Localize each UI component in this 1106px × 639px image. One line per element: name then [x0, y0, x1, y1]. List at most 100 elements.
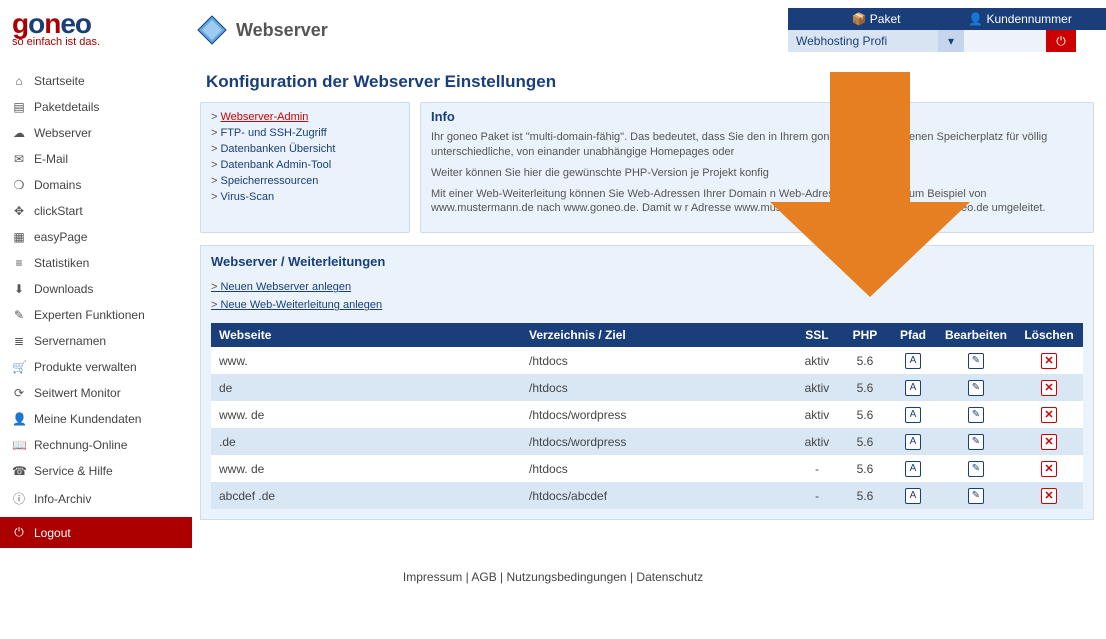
sidebar-item-service[interactable]: ☎Service & Hilfe [0, 458, 192, 484]
sidebar-item-logout[interactable]: ⏻Logout [0, 517, 192, 548]
subnav-link[interactable]: Datenbank Admin-Tool [220, 159, 331, 171]
edit-button[interactable]: ✎ [968, 353, 984, 369]
footer-nutzung[interactable]: Nutzungsbedingungen [507, 570, 627, 584]
sidebar-item-label: Seitwert Monitor [34, 386, 121, 400]
table-row: de/htdocsaktiv5.6A✎✕ [211, 374, 1083, 401]
col-webseite: Webseite [211, 323, 521, 347]
webserver-table: Webseite Verzeichnis / Ziel SSL PHP Pfad… [211, 323, 1083, 509]
delete-button[interactable]: ✕ [1041, 380, 1057, 396]
subnav-item-3[interactable]: > Datenbank Admin-Tool [211, 157, 399, 173]
paket-select[interactable]: Webhosting Profi [788, 30, 938, 52]
sidebar-item-experten[interactable]: ✎Experten Funktionen [0, 302, 192, 328]
delete-button[interactable]: ✕ [1041, 353, 1057, 369]
link-neue-weiterleitung[interactable]: > Neue Web-Weiterleitung anlegen [211, 299, 382, 311]
delete-button[interactable]: ✕ [1041, 488, 1057, 504]
sidebar-item-rechnung[interactable]: 📖Rechnung-Online [0, 432, 192, 458]
subnav-link[interactable]: Datenbanken Übersicht [220, 143, 335, 155]
cell-php: 5.6 [841, 428, 889, 455]
sidebar-item-label: Webserver [34, 126, 92, 140]
sidebar-item-infoarchiv[interactable]: ⓘInfo-Archiv [0, 484, 192, 513]
pfad-button[interactable]: A [905, 353, 921, 369]
footer-impressum[interactable]: Impressum [403, 570, 462, 584]
cell-php: 5.6 [841, 455, 889, 482]
sidebar-item-label: Experten Funktionen [34, 308, 145, 322]
sidebar-item-produkte-icon: 🛒 [12, 360, 26, 374]
sidebar-item-domains[interactable]: ❍Domains [0, 172, 192, 198]
sidebar-item-label: Rechnung-Online [34, 438, 127, 452]
sidebar-item-easypage[interactable]: ▦ easyPage [0, 224, 192, 250]
page-title: Konfiguration der Webserver Einstellunge… [206, 72, 1094, 92]
sidebar-item-statistiken[interactable]: ≡Statistiken [0, 250, 192, 276]
sidebar-item-label: Domains [34, 178, 81, 192]
sidebar-item-seitwert[interactable]: ⟳ Seitwert Monitor [0, 380, 192, 406]
subnav-link[interactable]: Virus-Scan [220, 191, 274, 203]
sidebar-item-clickstart[interactable]: ✥clickStart [0, 198, 192, 224]
footer-datenschutz[interactable]: Datenschutz [636, 570, 703, 584]
sidebar-item-easypage-icon: ▦ [12, 230, 26, 244]
sidebar-item-paketdetails[interactable]: ▤Paketdetails [0, 94, 192, 120]
edit-button[interactable]: ✎ [968, 407, 984, 423]
cell-php: 5.6 [841, 401, 889, 428]
sidebar-item-webserver-icon: ☁ [12, 126, 26, 140]
delete-button[interactable]: ✕ [1041, 434, 1057, 450]
delete-button[interactable]: ✕ [1041, 461, 1057, 477]
pfad-button[interactable]: A [905, 488, 921, 504]
edit-button[interactable]: ✎ [968, 488, 984, 504]
cell-ssl: - [793, 482, 841, 509]
sidebar-item-label: Startseite [34, 74, 85, 88]
col-ssl: SSL [793, 323, 841, 347]
cell-verzeichnis: /htdocs [521, 374, 793, 401]
cell-ssl: aktiv [793, 374, 841, 401]
cell-webseite: www. [211, 347, 521, 374]
info-p3: Mit einer Web-Weiterleitung können Sie W… [431, 187, 1083, 217]
table-row: www./htdocsaktiv5.6A✎✕ [211, 347, 1083, 374]
info-panel: Info Ihr goneo Paket ist "multi-domain-f… [420, 102, 1094, 233]
subnav-link[interactable]: Webserver-Admin [220, 111, 308, 123]
subnav-item-1[interactable]: > FTP- und SSH-Zugriff [211, 125, 399, 141]
sidebar-item-servernamen[interactable]: ≣Servernamen [0, 328, 192, 354]
logout-icon: ⏻ [12, 525, 26, 540]
webserver-section: Webserver / Weiterleitungen > Neuen Webs… [200, 245, 1094, 520]
cell-verzeichnis: /htdocs/wordpress [521, 401, 793, 428]
cell-webseite: de [211, 374, 521, 401]
subnav-link[interactable]: FTP- und SSH-Zugriff [220, 127, 326, 139]
cell-ssl: - [793, 455, 841, 482]
cell-php: 5.6 [841, 347, 889, 374]
edit-button[interactable]: ✎ [968, 434, 984, 450]
subnav-link[interactable]: Speicherressourcen [220, 175, 318, 187]
sidebar-item-kundendaten[interactable]: 👤Meine Kundendaten [0, 406, 192, 432]
delete-button[interactable]: ✕ [1041, 407, 1057, 423]
subnav-item-4[interactable]: > Speicherressourcen [211, 173, 399, 189]
footer-agb[interactable]: AGB [471, 570, 496, 584]
edit-button[interactable]: ✎ [968, 461, 984, 477]
sidebar-item-webserver[interactable]: ☁ Webserver [0, 120, 192, 146]
sidebar-item-label: Service & Hilfe [34, 464, 113, 478]
kundennummer-label: 👤 Kundennummer [964, 8, 1076, 30]
page-header-title: Webserver [236, 20, 328, 41]
subnav-item-2[interactable]: > Datenbanken Übersicht [211, 141, 399, 157]
pfad-button[interactable]: A [905, 434, 921, 450]
section-heading: Webserver / Weiterleitungen [211, 254, 1083, 269]
sidebar-item-produkte[interactable]: 🛒Produkte verwalten [0, 354, 192, 380]
sidebar-item-downloads[interactable]: ⬇Downloads [0, 276, 192, 302]
sidebar-item-label: Downloads [34, 282, 93, 296]
power-button[interactable]: ⏻ [1046, 30, 1076, 52]
pfad-button[interactable]: A [905, 461, 921, 477]
info-p2: Weiter können Sie hier die gewünschte PH… [431, 166, 1083, 181]
sidebar-item-startseite[interactable]: ⌂Startseite [0, 68, 192, 94]
cell-php: 5.6 [841, 482, 889, 509]
edit-button[interactable]: ✎ [968, 380, 984, 396]
cell-webseite: www. de [211, 455, 521, 482]
kundennummer-value [964, 30, 1046, 52]
subnav-item-0[interactable]: > Webserver-Admin [211, 109, 399, 125]
pfad-button[interactable]: A [905, 407, 921, 423]
pfad-button[interactable]: A [905, 380, 921, 396]
sidebar-item-label: E-Mail [34, 152, 68, 166]
link-neuer-webserver[interactable]: > Neuen Webserver anlegen [211, 281, 351, 293]
sidebar-item-seitwert-icon: ⟳ [12, 386, 26, 400]
paket-select-dropdown[interactable]: ▾ [938, 30, 964, 52]
subnav-item-5[interactable]: > Virus-Scan [211, 189, 399, 205]
sidebar-item-clickstart-icon: ✥ [12, 204, 26, 218]
sidebar-item-label: easyPage [34, 230, 87, 244]
sidebar-item-email[interactable]: ✉E-Mail [0, 146, 192, 172]
